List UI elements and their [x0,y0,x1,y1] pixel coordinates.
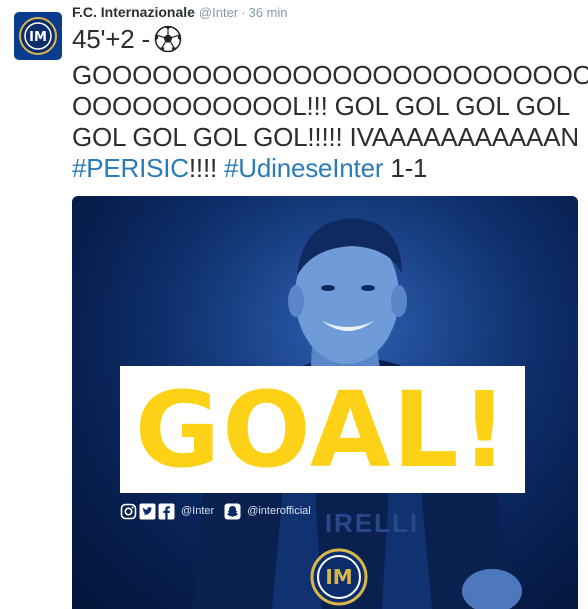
tweet-line-3: OOOOOOOOOOOL!!! GOL GOL GOL GOL [72,91,571,121]
hashtag-udineseinter[interactable]: #UdineseInter [224,153,383,183]
facebook-icon [158,503,175,520]
svg-text:IM: IM [29,30,47,45]
timestamp[interactable]: 36 min [248,5,287,20]
twitter-icon [139,503,156,520]
tweet-line-4: GOL GOL GOL GOL!!!!! IVAAAAAAAAAAAN [72,122,579,152]
tweet-line-1: 45'+2 - [72,24,582,60]
goal-text: GOAL! [134,368,511,491]
social-handles-bar: @Inter @interofficial [120,501,321,521]
tweet-text: 45'+2 - GOOOOOOOOOOOOOOOOOOOOOOOOO OOOOO… [72,24,588,184]
tweet: IM F.C. Internazionale @Inter · 36 min 4… [0,0,588,609]
score-text: 1-1 [383,153,428,183]
svg-text:IRELLI: IRELLI [325,508,419,538]
inter-handle-text: @Inter [181,505,215,517]
svg-text:IM: IM [325,565,352,589]
hashtag-perisic[interactable]: #PERISIC [72,153,189,183]
tweet-header: F.C. Internazionale @Inter · 36 min [72,4,288,22]
inter-crest-icon: IM [19,17,57,55]
exclamations-text: !!!! [188,153,225,183]
tweet-line-2: GOOOOOOOOOOOOOOOOOOOOOOOOO [72,60,588,90]
minute-text: 45'+2 - [72,24,151,54]
avatar[interactable]: IM [14,12,62,60]
separator: · [241,5,246,20]
instagram-icon [120,503,137,520]
snapchat-icon [224,503,241,520]
author-handle[interactable]: @Inter [199,5,238,20]
interofficial-handle-text: @interofficial [247,505,311,517]
soccer-ball-icon [154,25,182,60]
author-name[interactable]: F.C. Internazionale [72,4,195,20]
inter-crest-icon: IM [310,548,368,606]
goal-banner: GOAL! [120,366,525,493]
tweet-line-5: #PERISIC!!!! #UdineseInter 1-1 [72,153,582,184]
